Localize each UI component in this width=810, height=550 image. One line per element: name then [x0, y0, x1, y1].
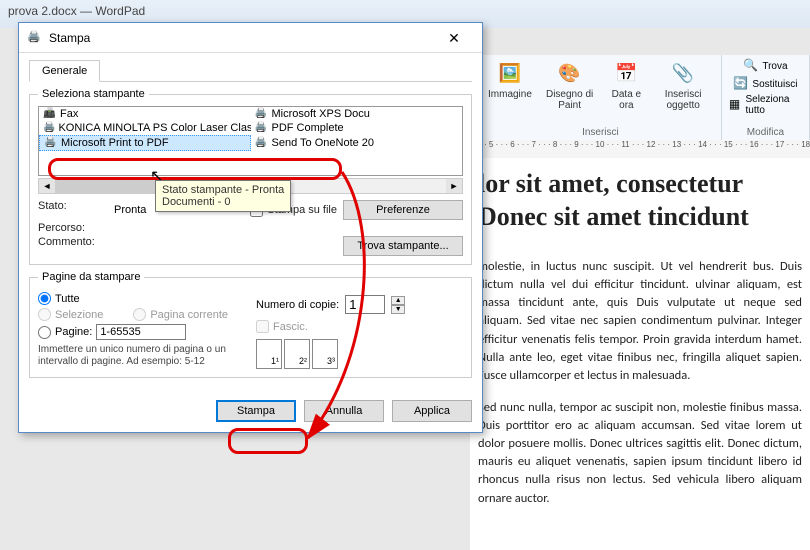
dialog-title-text: Stampa: [49, 31, 434, 45]
radio-selection-input: [38, 308, 51, 321]
printer-item-konica[interactable]: 🖨️KONICA MINOLTA PS Color Laser Class Dr…: [39, 121, 251, 135]
ribbon-group-edit: 🔍Trova 🔄Sostituisci ▦Seleziona tutto Mod…: [722, 55, 810, 140]
doc-heading: lor sit amet, consectetur Donec sit amet…: [478, 168, 802, 233]
printer-icon: 🖨️: [27, 30, 43, 46]
ruler: · 5 · · · 6 · · · 7 · · · 8 · · · 9 · · …: [480, 140, 810, 158]
printer-icon: 🖨️: [255, 108, 269, 120]
scroll-right-arrow[interactable]: ►: [446, 179, 462, 193]
ribbon-btn-seleziona[interactable]: ▦Seleziona tutto: [726, 93, 805, 117]
status-value: Pronta: [114, 204, 146, 216]
print-button[interactable]: Stampa: [216, 400, 296, 422]
location-label: Percorso:: [38, 222, 108, 234]
radio-selection: Selezione: [38, 308, 103, 321]
select-all-icon: ▦: [729, 97, 743, 113]
printer-list[interactable]: 📠Fax 🖨️Microsoft XPS Docu 🖨️KONICA MINOL…: [38, 106, 463, 176]
pages-fieldset: Pagine da stampare Tutte Selezione Pagin…: [29, 271, 472, 378]
radio-all-input[interactable]: [38, 292, 51, 305]
image-icon: 🖼️: [496, 59, 524, 87]
printer-item-fax[interactable]: 📠Fax: [39, 107, 251, 121]
collate-illustration: 1¹ 2² 3³: [256, 339, 463, 369]
find-printer-button[interactable]: Trova stampante...: [343, 236, 463, 256]
wordpad-title-text: prova 2.docx — WordPad: [8, 4, 145, 18]
comment-label: Commento:: [38, 236, 108, 256]
ribbon-insert-label: Inserisci: [582, 127, 619, 138]
pages-range-input[interactable]: [96, 324, 186, 340]
pages-legend: Pagine da stampare: [38, 271, 144, 283]
preferences-button[interactable]: Preferenze: [343, 200, 463, 220]
paint-icon: 🎨: [556, 59, 584, 87]
doc-paragraph: Sed nunc nulla, tempor ac suscipit non, …: [478, 399, 802, 508]
document-area: lor sit amet, consectetur Donec sit amet…: [470, 158, 810, 550]
page-stack-icon: 3³: [312, 339, 338, 369]
tab-strip: Generale: [29, 59, 472, 82]
calendar-icon: 📅: [612, 59, 640, 87]
close-button[interactable]: ✕: [434, 24, 474, 52]
tab-general[interactable]: Generale: [29, 60, 100, 82]
printer-tooltip: Stato stampante - Pronta Documenti - 0: [155, 180, 291, 212]
printer-item-msprint[interactable]: 🖨️Microsoft Print to PDF: [39, 135, 251, 151]
ribbon: 🖼️ Immagine 🎨 Disegno di Paint 📅 Data e …: [480, 55, 810, 140]
printer-item-onenote[interactable]: 🖨️Send To OneNote 20: [251, 135, 463, 151]
printer-icon: 🖨️: [255, 137, 269, 149]
printer-fieldset: Seleziona stampante 📠Fax 🖨️Microsoft XPS…: [29, 88, 472, 265]
copies-input[interactable]: [345, 295, 385, 314]
copies-spinner[interactable]: ▲▼: [391, 296, 405, 314]
radio-pages-input[interactable]: [38, 326, 51, 339]
print-dialog: 🖨️ Stampa ✕ Generale Seleziona stampante…: [18, 22, 483, 433]
page-stack-icon: 1¹: [256, 339, 282, 369]
printer-item-xps[interactable]: 🖨️Microsoft XPS Docu: [251, 107, 463, 121]
cancel-button[interactable]: Annulla: [304, 400, 384, 422]
tooltip-line2: Documenti - 0: [162, 196, 284, 208]
spin-down[interactable]: ▼: [391, 305, 405, 314]
status-label: Stato:: [38, 200, 108, 220]
find-icon: 🔍: [743, 58, 759, 74]
ribbon-btn-trova[interactable]: 🔍Trova: [740, 57, 790, 75]
fax-icon: 📠: [43, 108, 57, 120]
copies-label: Numero di copie:: [256, 299, 339, 311]
pages-hint: Immettere un unico numero di pagina o un…: [38, 344, 245, 368]
ribbon-edit-label: Modifica: [747, 127, 784, 138]
radio-current: Pagina corrente: [133, 308, 228, 321]
scroll-left-arrow[interactable]: ◄: [39, 179, 55, 193]
printer-icon: 🖨️: [44, 137, 58, 149]
ribbon-btn-sostituisci[interactable]: 🔄Sostituisci: [730, 75, 800, 93]
comment-value: [114, 236, 337, 256]
location-value: [114, 222, 337, 234]
replace-icon: 🔄: [733, 76, 749, 92]
ribbon-btn-disegno[interactable]: 🎨 Disegno di Paint: [536, 57, 603, 113]
page-stack-icon: 2²: [284, 339, 310, 369]
select-printer-legend: Seleziona stampante: [38, 88, 149, 100]
printer-icon: 🖨️: [43, 122, 55, 134]
printer-icon: 🖨️: [255, 122, 269, 134]
object-icon: 📎: [669, 59, 697, 87]
ribbon-group-insert: 🖼️ Immagine 🎨 Disegno di Paint 📅 Data e …: [480, 55, 722, 140]
ribbon-btn-oggetto[interactable]: 📎 Inserisci oggetto: [649, 57, 716, 113]
printer-item-pdfcomplete[interactable]: 🖨️PDF Complete: [251, 121, 463, 135]
ribbon-btn-data[interactable]: 📅 Data e ora: [603, 57, 649, 113]
collate-checkbox: Fascic.: [256, 320, 463, 333]
radio-pages[interactable]: Pagine:: [38, 324, 245, 340]
radio-all[interactable]: Tutte: [38, 292, 245, 305]
dialog-titlebar[interactable]: 🖨️ Stampa ✕: [19, 23, 482, 53]
collate-input: [256, 320, 269, 333]
ribbon-btn-immagine[interactable]: 🖼️ Immagine: [484, 57, 536, 113]
doc-paragraph: molestie, in luctus nunc suscipit. Ut ve…: [478, 258, 802, 385]
apply-button[interactable]: Applica: [392, 400, 472, 422]
tooltip-line1: Stato stampante - Pronta: [162, 184, 284, 196]
radio-current-input: [133, 308, 146, 321]
spin-up[interactable]: ▲: [391, 296, 405, 305]
